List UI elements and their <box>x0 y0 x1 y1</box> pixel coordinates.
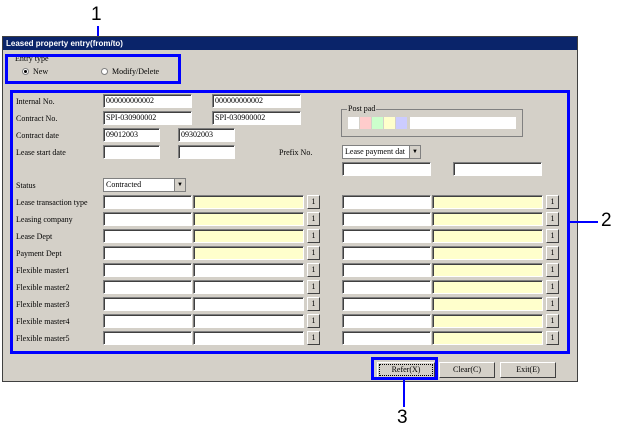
callout-line-3 <box>403 380 405 407</box>
callout-box-1 <box>5 54 181 84</box>
clear-button[interactable]: Clear(C) <box>439 362 495 378</box>
callout-number-3: 3 <box>397 407 408 428</box>
callout-number-2: 2 <box>601 210 612 231</box>
callout-box-2 <box>10 90 570 354</box>
exit-button[interactable]: Exit(E) <box>500 362 556 378</box>
callout-box-3 <box>371 357 438 380</box>
window-title: Leased property entry(from/to) <box>3 37 577 50</box>
callout-line-2 <box>570 221 598 223</box>
callout-number-1: 1 <box>91 4 102 25</box>
